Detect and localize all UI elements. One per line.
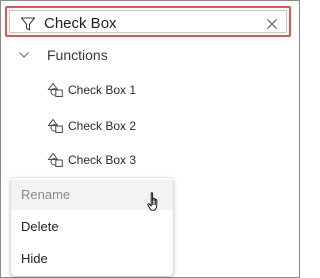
menu-item-delete[interactable]: Delete (11, 212, 173, 242)
selection-pane: Functions Check Box 1 Check Box 2 Check … (0, 0, 300, 278)
search-box-highlight (5, 6, 291, 37)
tree-item-label: Check Box 1 (68, 83, 137, 97)
shapes-icon (47, 152, 63, 167)
tree-item-check-box-2[interactable]: Check Box 2 (1, 115, 261, 139)
search-box[interactable] (9, 10, 287, 34)
tree-item-check-box-3[interactable]: Check Box 3 (1, 149, 261, 173)
shapes-icon (47, 118, 63, 133)
tree-item-check-box-1[interactable]: Check Box 1 (1, 79, 261, 103)
tree-group-label: Functions (47, 47, 108, 63)
hand-cursor-icon (147, 192, 158, 211)
tree-item-label: Check Box 3 (68, 153, 137, 167)
tree-item-label: Check Box 2 (68, 119, 137, 133)
menu-item-hide[interactable]: Hide (11, 244, 173, 274)
tree-group-functions[interactable]: Functions (1, 43, 291, 69)
shapes-icon (47, 82, 63, 97)
filter-icon (20, 17, 36, 31)
chevron-down-icon[interactable] (18, 49, 30, 61)
search-input[interactable] (44, 14, 264, 34)
close-icon[interactable] (264, 16, 280, 32)
